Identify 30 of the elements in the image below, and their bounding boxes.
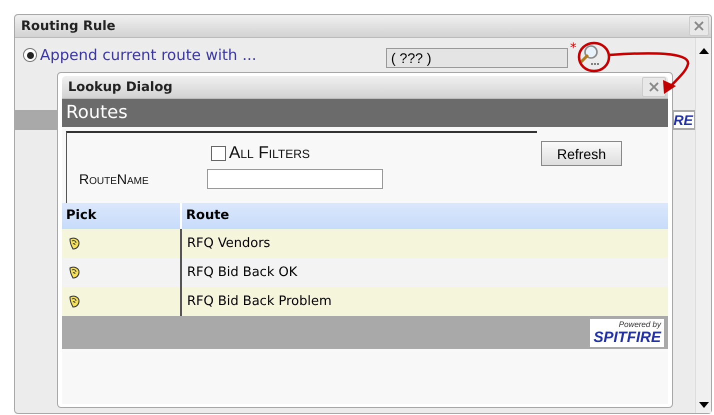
table-row[interactable]: RFQ Vendors <box>62 229 668 258</box>
checkbox-label: All Filters <box>229 143 310 163</box>
pick-icon[interactable] <box>67 294 81 308</box>
scroll-down-arrow[interactable] <box>699 402 709 408</box>
table-row[interactable]: RFQ Bid Back Problem <box>62 287 668 316</box>
dialog-title: Routing Rule <box>21 18 116 34</box>
checkbox[interactable] <box>211 146 226 160</box>
field-label: RouteName <box>79 171 150 187</box>
table-cell-text: RFQ Bid Back OK <box>186 264 298 282</box>
section-header: Routes <box>62 99 668 127</box>
pick-icon[interactable] <box>67 266 81 280</box>
highlight-circle <box>578 42 610 72</box>
table-cell-text: RFQ Bid Back Problem <box>186 293 332 311</box>
table-row[interactable]: RFQ Bid Back OK <box>62 258 668 287</box>
scrollbar[interactable] <box>695 38 711 413</box>
refresh-button[interactable]: Refresh <box>541 141 622 166</box>
logo-caption: Powered by <box>618 320 661 328</box>
logo-text: RE <box>674 112 694 128</box>
table-cell-text: RFQ Vendors <box>186 235 270 253</box>
logo-text: SPITFIRE <box>593 328 661 346</box>
column-header: Route <box>185 207 230 225</box>
input-field[interactable] <box>207 169 383 189</box>
scroll-up-arrow[interactable] <box>699 48 709 54</box>
search-icon[interactable] <box>578 44 600 66</box>
pick-icon[interactable] <box>67 236 81 250</box>
value-field: ( ??? ) <box>386 48 568 68</box>
option-label[interactable]: Append current route with ... <box>40 46 386 64</box>
required-mark: * <box>570 44 576 54</box>
radio-button[interactable] <box>23 48 37 62</box>
dialog-title: Lookup Dialog <box>68 80 173 94</box>
